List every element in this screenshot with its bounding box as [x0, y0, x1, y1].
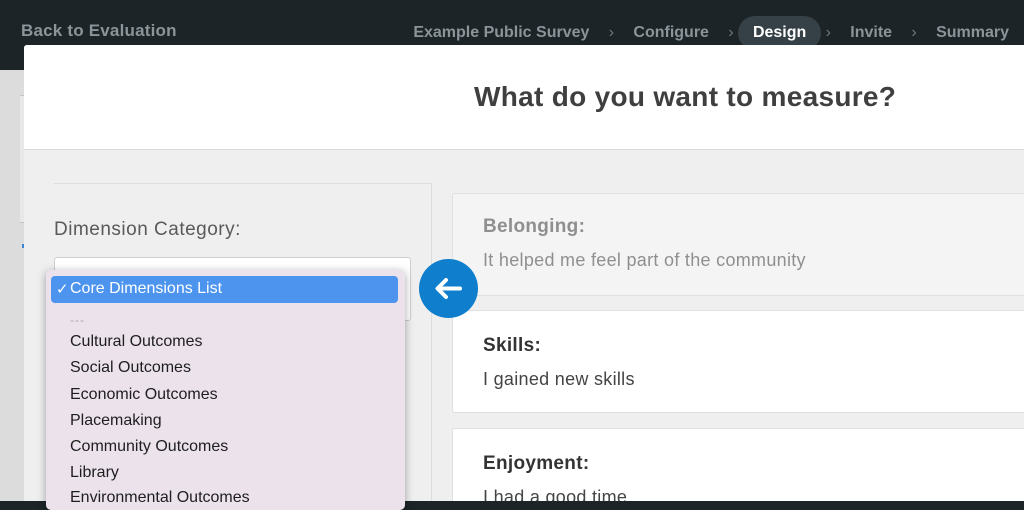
arrow-pointer-button[interactable] — [419, 259, 478, 318]
dropdown-option-selected[interactable]: ✓ Core Dimensions List — [51, 276, 398, 303]
card-title: Enjoyment: — [483, 453, 590, 474]
modal-header: What do you want to measure? — [24, 45, 1024, 150]
dimension-category-label: Dimension Category: — [54, 219, 241, 240]
background-page — [0, 70, 25, 501]
dropdown-option[interactable]: Community Outcomes — [70, 438, 228, 456]
card-description: I had a good time — [483, 487, 628, 501]
dimension-card[interactable]: Enjoyment: I had a good time — [452, 428, 1024, 501]
dimension-card[interactable]: Skills: I gained new skills — [452, 310, 1024, 413]
dropdown-option[interactable]: Environmental Outcomes — [70, 489, 250, 507]
dropdown-option-label: Core Dimensions List — [70, 280, 223, 297]
back-to-evaluation-link[interactable]: Back to Evaluation — [21, 21, 177, 41]
checkmark-icon: ✓ — [56, 281, 69, 298]
card-title: Skills: — [483, 335, 542, 356]
dropdown-option[interactable]: Placemaking — [70, 412, 162, 430]
modal-title: What do you want to measure? — [474, 81, 897, 112]
dropdown-option[interactable]: Cultural Outcomes — [70, 333, 203, 351]
chevron-right-icon: › — [728, 24, 734, 41]
arrow-left-icon — [435, 278, 462, 299]
card-title: Belonging: — [483, 216, 586, 237]
dimension-card[interactable]: Belonging: It helped me feel part of the… — [452, 193, 1024, 296]
dropdown-separator: --- — [70, 313, 85, 327]
dropdown-option[interactable]: Social Outcomes — [70, 359, 191, 377]
card-description: It helped me feel part of the community — [483, 250, 806, 270]
chevron-right-icon: › — [825, 24, 831, 41]
dimension-dropdown-menu: ✓ Core Dimensions List --- Cultural Outc… — [46, 270, 405, 510]
dropdown-option[interactable]: Economic Outcomes — [70, 386, 218, 404]
card-description: I gained new skills — [483, 369, 635, 389]
chevron-right-icon: › — [608, 24, 615, 41]
dropdown-option[interactable]: Library — [70, 464, 119, 482]
chevron-right-icon: › — [911, 24, 917, 41]
